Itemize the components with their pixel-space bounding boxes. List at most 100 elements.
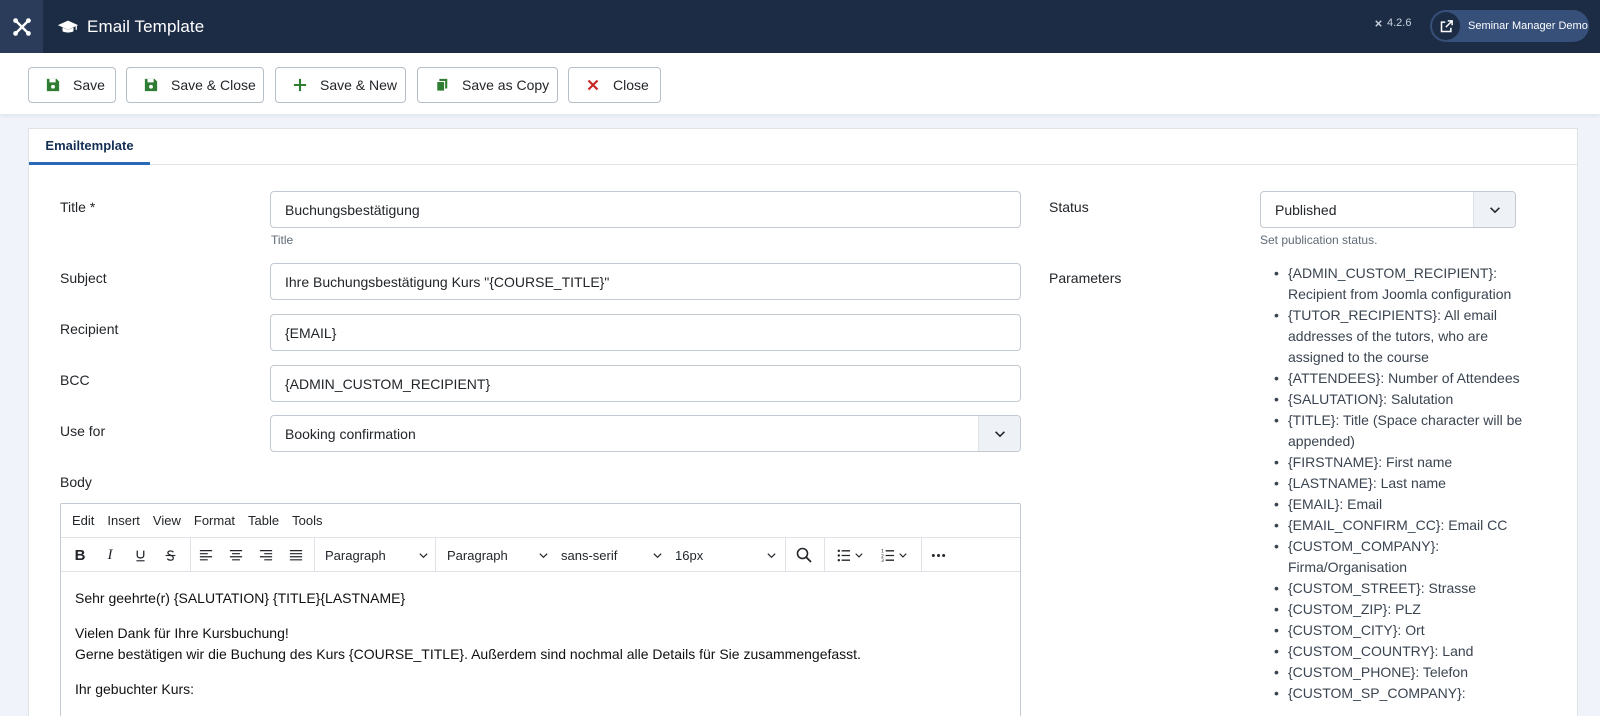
body-line: Sehr geehrte(r) {SALUTATION} {TITLE}{LAS… xyxy=(75,590,406,606)
underline-icon[interactable] xyxy=(129,538,151,572)
tab-emailtemplate[interactable]: Emailtemplate xyxy=(29,129,150,165)
menu-tools[interactable]: Tools xyxy=(292,513,322,528)
style-format-select[interactable]: Paragraph xyxy=(447,538,555,572)
svg-text:3: 3 xyxy=(881,558,884,563)
italic-icon[interactable]: I xyxy=(99,538,121,572)
parameters-label: Parameters xyxy=(1049,270,1122,286)
list-item: {CUSTOM_STREET}: Strasse xyxy=(1274,578,1544,599)
save-button[interactable]: Save xyxy=(28,67,116,103)
chevron-down-icon xyxy=(538,549,549,564)
menu-edit[interactable]: Edit xyxy=(72,513,94,528)
style-format-value: Paragraph xyxy=(447,547,508,563)
font-family-select[interactable]: sans-serif xyxy=(561,538,669,572)
graduation-cap-icon xyxy=(57,16,79,38)
list-item: {TUTOR_RECIPIENTS}: All email addresses … xyxy=(1274,305,1544,368)
separator xyxy=(921,538,922,572)
recipient-label: Recipient xyxy=(60,321,119,337)
body-line: Vielen Dank für Ihre Kursbuchung! xyxy=(75,625,289,641)
menu-format[interactable]: Format xyxy=(194,513,235,528)
save-copy-label: Save as Copy xyxy=(462,77,550,93)
joomla-logo-icon xyxy=(12,17,31,36)
list-item: {CUSTOM_CITY}: Ort xyxy=(1274,620,1544,641)
status-value: Published xyxy=(1275,201,1337,218)
separator xyxy=(190,538,191,572)
editor-toolbar: B I Paragraph Paragraph sans-serif 16px xyxy=(61,538,1020,572)
bold-icon[interactable]: B xyxy=(69,538,91,572)
font-size-select[interactable]: 16px xyxy=(675,538,783,572)
tab-bar: Emailtemplate xyxy=(29,129,1577,165)
joomla-small-icon xyxy=(1375,19,1382,27)
version-text: 4.2.6 xyxy=(1387,17,1412,29)
separator xyxy=(435,538,436,572)
plus-icon xyxy=(292,77,308,93)
separator xyxy=(785,538,786,572)
list-item: {EMAIL}: Email xyxy=(1274,494,1544,515)
bcc-label: BCC xyxy=(60,372,90,388)
bullet-list-icon[interactable] xyxy=(832,538,870,572)
subject-value: Ihre Buchungsbestätigung Kurs "{COURSE_T… xyxy=(285,273,610,290)
align-left-icon[interactable] xyxy=(195,538,217,572)
subject-label: Subject xyxy=(60,270,107,286)
toolbar: Save Save & Close Save & New Save as Cop… xyxy=(0,53,1600,114)
title-value: Buchungsbestätigung xyxy=(285,201,420,218)
close-button[interactable]: Close xyxy=(568,67,661,103)
search-icon[interactable] xyxy=(792,538,816,572)
more-icon[interactable] xyxy=(927,538,949,572)
status-select[interactable]: Published xyxy=(1260,191,1516,228)
editor-menubar: Edit Insert View Format Table Tools xyxy=(61,504,1020,538)
strikethrough-icon[interactable] xyxy=(159,538,181,572)
font-family-value: sans-serif xyxy=(561,547,618,563)
joomla-logo-button[interactable] xyxy=(0,0,43,53)
save-label: Save xyxy=(73,77,105,93)
external-link-icon xyxy=(1432,12,1460,40)
list-item: {CUSTOM_PHONE}: Telefon xyxy=(1274,662,1544,683)
numbered-list-icon[interactable]: 123 xyxy=(876,538,914,572)
list-item: {SALUTATION}: Salutation xyxy=(1274,389,1544,410)
recipient-value: {EMAIL} xyxy=(285,324,337,341)
site-link-button[interactable]: Seminar Manager Demo xyxy=(1430,10,1589,42)
list-item: {CUSTOM_COMPANY}: Firma/Organisation xyxy=(1274,536,1544,578)
list-item: {LASTNAME}: Last name xyxy=(1274,473,1544,494)
menu-table[interactable]: Table xyxy=(248,513,279,528)
close-label: Close xyxy=(613,77,649,93)
save-close-button[interactable]: Save & Close xyxy=(126,67,264,103)
save-close-label: Save & Close xyxy=(171,77,256,93)
subject-input[interactable]: Ihre Buchungsbestätigung Kurs "{COURSE_T… xyxy=(270,263,1021,300)
list-item: {ADMIN_CUSTOM_RECIPIENT}: Recipient from… xyxy=(1274,263,1544,305)
list-item: {TITLE}: Title (Space character will be … xyxy=(1274,410,1544,452)
parameters-list: {ADMIN_CUSTOM_RECIPIENT}: Recipient from… xyxy=(1274,263,1544,704)
align-right-icon[interactable] xyxy=(255,538,277,572)
block-format-select[interactable]: Paragraph xyxy=(325,538,435,572)
body-line: Gerne bestätigen wir die Buchung des Kur… xyxy=(75,646,861,662)
save-icon xyxy=(45,77,61,93)
body-label: Body xyxy=(60,474,92,490)
save-new-button[interactable]: Save & New xyxy=(275,67,406,103)
title-help: Title xyxy=(271,233,294,247)
body-editor: Edit Insert View Format Table Tools B I … xyxy=(60,503,1021,716)
list-item: {FIRSTNAME}: First name xyxy=(1274,452,1544,473)
align-center-icon[interactable] xyxy=(225,538,247,572)
list-item: {CUSTOM_ZIP}: PLZ xyxy=(1274,599,1544,620)
font-size-value: 16px xyxy=(675,547,704,563)
status-help: Set publication status. xyxy=(1260,233,1378,247)
save-new-label: Save & New xyxy=(320,77,398,93)
bcc-input[interactable]: {ADMIN_CUSTOM_RECIPIENT} xyxy=(270,365,1021,402)
editor-content[interactable]: Sehr geehrte(r) {SALUTATION} {TITLE}{LAS… xyxy=(61,572,1020,716)
site-name: Seminar Manager Demo xyxy=(1468,20,1588,32)
app-header: Email Template 4.2.6 Seminar Manager Dem… xyxy=(0,0,1600,53)
use-for-select[interactable]: Booking confirmation xyxy=(270,415,1021,452)
menu-view[interactable]: View xyxy=(153,513,181,528)
bcc-value: {ADMIN_CUSTOM_RECIPIENT} xyxy=(285,375,491,392)
menu-insert[interactable]: Insert xyxy=(107,513,140,528)
align-justify-icon[interactable] xyxy=(285,538,307,572)
block-format-value: Paragraph xyxy=(325,547,386,563)
list-item: {ATTENDEES}: Number of Attendees xyxy=(1274,368,1544,389)
page-title: Email Template xyxy=(87,16,205,36)
chevron-down-icon xyxy=(766,549,777,564)
recipient-input[interactable]: {EMAIL} xyxy=(270,314,1021,351)
save-as-copy-button[interactable]: Save as Copy xyxy=(417,67,558,103)
use-for-label: Use for xyxy=(60,423,106,439)
separator xyxy=(824,538,825,572)
title-input[interactable]: Buchungsbestätigung xyxy=(270,191,1021,228)
list-item: {CUSTOM_SP_COMPANY}: xyxy=(1274,683,1544,704)
